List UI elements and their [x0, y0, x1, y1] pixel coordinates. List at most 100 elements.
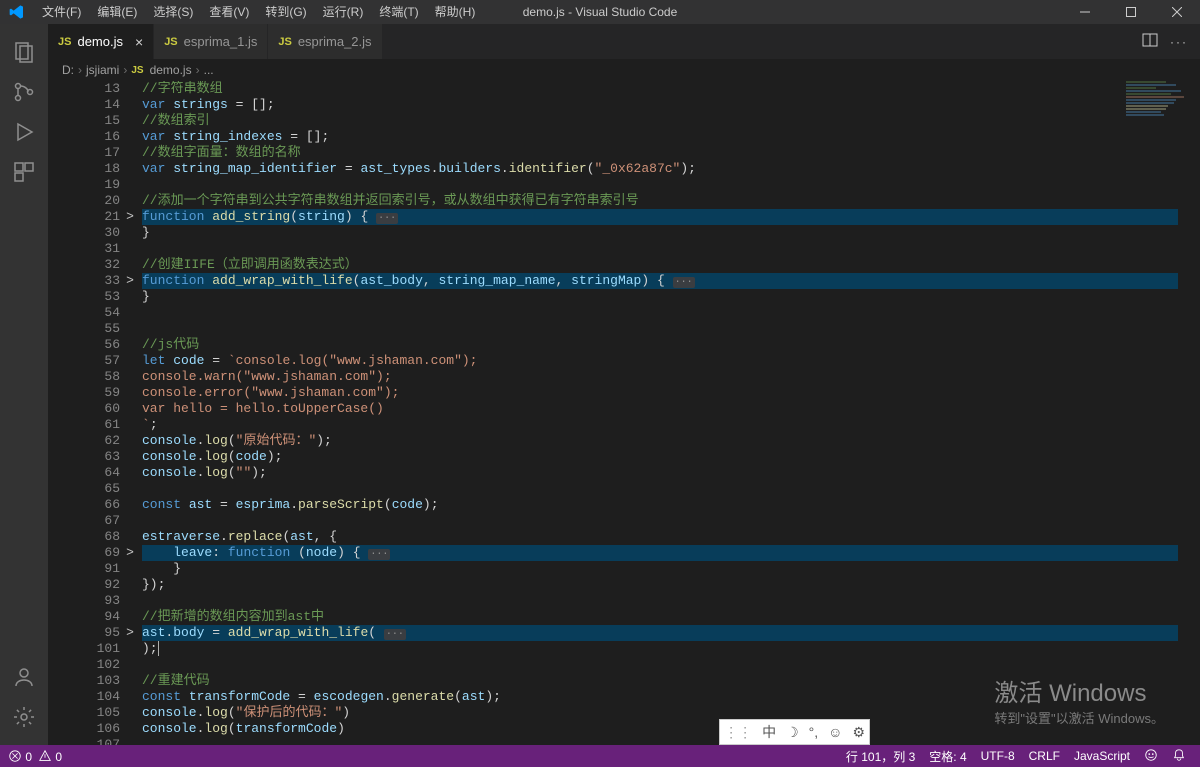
status-eol[interactable]: CRLF	[1029, 749, 1060, 763]
editor-tab[interactable]: JSesprima_2.js	[268, 24, 382, 59]
split-editor-icon[interactable]	[1142, 32, 1158, 51]
menu-item[interactable]: 运行(R)	[315, 0, 372, 24]
menu-item[interactable]: 转到(G)	[257, 0, 314, 24]
status-feedback-icon[interactable]	[1144, 748, 1158, 765]
line-number: 17	[48, 145, 120, 161]
line-number: 67	[48, 513, 120, 529]
close-icon[interactable]: ×	[135, 34, 143, 50]
code-line[interactable]: 56//js代码	[142, 337, 1120, 353]
menu-item[interactable]: 文件(F)	[34, 0, 89, 24]
status-notifications-icon[interactable]	[1172, 748, 1186, 765]
close-button[interactable]	[1154, 0, 1200, 24]
code-line[interactable]: 104const transformCode = escodegen.gener…	[142, 689, 1120, 705]
code-line[interactable]: 91 }	[142, 561, 1120, 577]
code-line[interactable]: 54	[142, 305, 1120, 321]
code-line[interactable]: 53}	[142, 289, 1120, 305]
line-number: 104	[48, 689, 120, 705]
accounts-icon[interactable]	[0, 657, 48, 697]
extensions-icon[interactable]	[0, 152, 48, 192]
editor-tab[interactable]: JS esprima_1.js	[154, 24, 268, 59]
breadcrumb[interactable]: D: › jsjiami › JS demo.js › ...	[48, 59, 1200, 81]
status-line-col[interactable]: 行 101，列 3	[846, 748, 915, 765]
code-line[interactable]: 32//创建IIFE（立即调用函数表达式）	[142, 257, 1120, 273]
code-line[interactable]: 13//字符串数组	[142, 81, 1120, 97]
ime-gear-icon[interactable]: ⚙	[852, 724, 865, 741]
code-line[interactable]: 95>ast.body = add_wrap_with_life( ···	[142, 625, 1120, 641]
ime-drag-icon[interactable]: ⋮⋮	[724, 724, 752, 741]
code-line[interactable]: 102	[142, 657, 1120, 673]
maximize-button[interactable]	[1108, 0, 1154, 24]
code-line[interactable]: 105console.log("保护后的代码：")	[142, 705, 1120, 721]
code-line[interactable]: 60var hello = hello.toUpperCase()	[142, 401, 1120, 417]
ime-mode[interactable]: 中	[762, 722, 776, 742]
line-number: 54	[48, 305, 120, 321]
code-line[interactable]: 94//把新增的数组内容加到ast中	[142, 609, 1120, 625]
tab-label: demo.js	[77, 34, 123, 49]
menu-item[interactable]: 帮助(H)	[427, 0, 484, 24]
code-line[interactable]: 93	[142, 593, 1120, 609]
code-line[interactable]: 63console.log(code);	[142, 449, 1120, 465]
breadcrumb-file: demo.js	[150, 63, 192, 77]
minimize-button[interactable]	[1062, 0, 1108, 24]
code-line[interactable]: 101);	[142, 641, 1120, 657]
code-line[interactable]: 65	[142, 481, 1120, 497]
ime-temp-icon[interactable]: °,	[809, 724, 819, 740]
source-control-icon[interactable]	[0, 72, 48, 112]
fold-icon[interactable]: >	[124, 273, 136, 289]
code-line[interactable]: 66const ast = esprima.parseScript(code);	[142, 497, 1120, 513]
code-line[interactable]: 57let code = `console.log("www.jshaman.c…	[142, 353, 1120, 369]
code-line[interactable]: 92});	[142, 577, 1120, 593]
code-line[interactable]: 103//重建代码	[142, 673, 1120, 689]
code-line[interactable]: 18var string_map_identifier = ast_types.…	[142, 161, 1120, 177]
fold-icon[interactable]: >	[124, 625, 136, 641]
tab-label: esprima_1.js	[184, 34, 258, 49]
minimap[interactable]	[1126, 81, 1186, 281]
code-line[interactable]: 59console.error("www.jshaman.com");	[142, 385, 1120, 401]
js-file-icon: JS	[164, 36, 177, 48]
code-line[interactable]: 107	[142, 737, 1120, 745]
code-line[interactable]: 15//数组索引	[142, 113, 1120, 129]
code-line[interactable]: 21>function add_string(string) { ···	[142, 209, 1120, 225]
status-warnings[interactable]: 0	[38, 749, 62, 764]
more-actions-icon[interactable]: ···	[1170, 35, 1188, 49]
menu-item[interactable]: 查看(V)	[201, 0, 257, 24]
code-line[interactable]: 64console.log("");	[142, 465, 1120, 481]
fold-icon[interactable]: >	[124, 545, 136, 561]
menu-item[interactable]: 编辑(E)	[89, 0, 145, 24]
ime-toolbar[interactable]: ⋮⋮ 中 ☽ °, ☺ ⚙	[719, 719, 870, 745]
code-line[interactable]: 31	[142, 241, 1120, 257]
code-line[interactable]: 67	[142, 513, 1120, 529]
run-debug-icon[interactable]	[0, 112, 48, 152]
code-line[interactable]: 55	[142, 321, 1120, 337]
status-indentation[interactable]: 空格: 4	[929, 748, 966, 765]
line-number: 53	[48, 289, 120, 305]
fold-icon[interactable]: >	[124, 209, 136, 225]
code-line[interactable]: 19	[142, 177, 1120, 193]
status-language[interactable]: JavaScript	[1074, 749, 1130, 763]
code-line[interactable]: 33>function add_wrap_with_life(ast_body,…	[142, 273, 1120, 289]
code-line[interactable]: 62console.log("原始代码：");	[142, 433, 1120, 449]
code-line[interactable]: 106console.log(transformCode)	[142, 721, 1120, 737]
line-number: 92	[48, 577, 120, 593]
menu-item[interactable]: 选择(S)	[145, 0, 201, 24]
menu-item[interactable]: 终端(T)	[371, 0, 426, 24]
ime-moon-icon[interactable]: ☽	[786, 724, 799, 741]
status-errors[interactable]: 0	[8, 749, 32, 764]
line-number: 57	[48, 353, 120, 369]
line-number: 94	[48, 609, 120, 625]
code-editor[interactable]: 13//字符串数组14var strings = [];15//数组索引16va…	[48, 81, 1200, 745]
code-line[interactable]: 14var strings = [];	[142, 97, 1120, 113]
code-line[interactable]: 61`;	[142, 417, 1120, 433]
explorer-icon[interactable]	[0, 32, 48, 72]
ime-smiley-icon[interactable]: ☺	[828, 724, 842, 740]
code-line[interactable]: 20//添加一个字符串到公共字符串数组并返回索引号，或从数组中获得已有字符串索引…	[142, 193, 1120, 209]
code-line[interactable]: 68estraverse.replace(ast, {	[142, 529, 1120, 545]
code-line[interactable]: 16var string_indexes = [];	[142, 129, 1120, 145]
code-line[interactable]: 58console.warn("www.jshaman.com");	[142, 369, 1120, 385]
code-line[interactable]: 17//数组字面量：数组的名称	[142, 145, 1120, 161]
editor-tab[interactable]: JSdemo.js×	[48, 24, 154, 59]
code-line[interactable]: 69> leave: function (node) { ···	[142, 545, 1120, 561]
status-encoding[interactable]: UTF-8	[981, 749, 1015, 763]
code-line[interactable]: 30}	[142, 225, 1120, 241]
settings-gear-icon[interactable]	[0, 697, 48, 737]
